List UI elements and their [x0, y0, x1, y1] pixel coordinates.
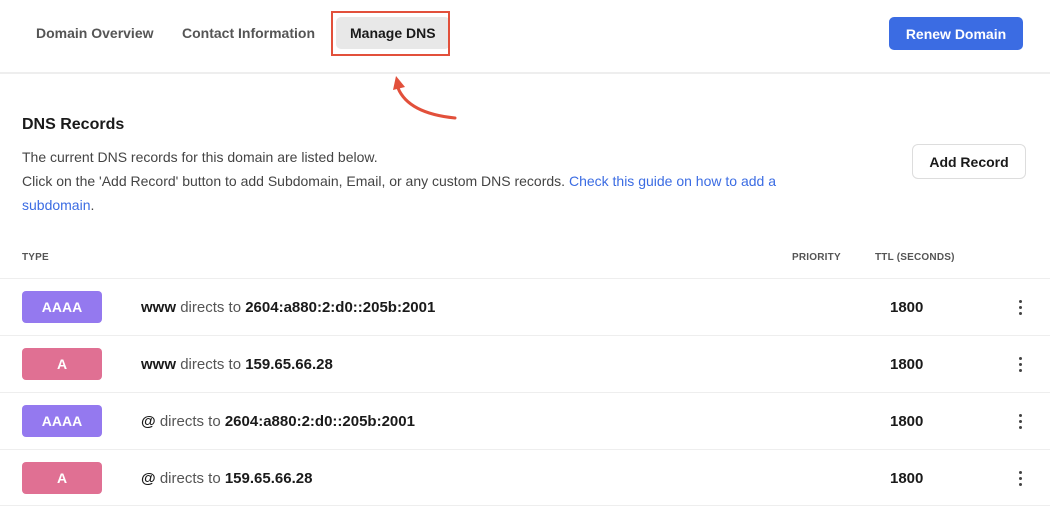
record-directs-text: directs to: [159, 470, 221, 487]
record-description: www directs to 159.65.66.28: [141, 356, 333, 373]
dns-record-row: AAAA @ directs to 2604:a880:2:d0::205b:20…: [0, 392, 1050, 450]
record-ttl: 1800: [890, 299, 924, 316]
column-header-priority: PRIORITY: [792, 252, 841, 263]
tab-manage-dns[interactable]: Manage DNS: [336, 17, 450, 49]
column-header-ttl: TTL (SECONDS): [875, 252, 955, 263]
record-description: www directs to 2604:a880:2:d0::205b:2001: [141, 299, 435, 316]
add-record-button[interactable]: Add Record: [912, 144, 1026, 179]
record-ttl: 1800: [890, 470, 924, 487]
record-directs-text: directs to: [180, 356, 242, 373]
dns-record-row: A @ directs to 159.65.66.28 1800: [0, 449, 1050, 507]
top-nav-bar: Domain Overview Contact Information Mana…: [0, 0, 1050, 74]
record-value: 2604:a880:2:d0::205b:2001: [224, 413, 415, 430]
record-type-badge: AAAA: [22, 291, 102, 323]
record-directs-text: directs to: [159, 413, 221, 430]
record-type-badge: A: [22, 348, 102, 380]
record-host: @: [141, 470, 156, 487]
record-host: www: [141, 356, 177, 373]
record-type-badge: A: [22, 462, 102, 494]
column-header-type: TYPE: [22, 252, 49, 263]
dns-record-row: Awww directs to 159.65.66.28 1800: [0, 335, 1050, 393]
renew-domain-button[interactable]: Renew Domain: [889, 17, 1023, 50]
record-value: 159.65.66.28: [224, 470, 313, 487]
section-title: DNS Records: [22, 116, 125, 133]
period: .: [90, 197, 95, 213]
description-text: Click on the 'Add Record' button to add …: [22, 173, 566, 189]
description-line-1: The current DNS records for this domain …: [22, 149, 378, 165]
record-host: @: [141, 413, 156, 430]
record-description: @ directs to 159.65.66.28: [141, 470, 312, 487]
table-bottom-divider: [0, 505, 1050, 506]
record-host: www: [141, 299, 177, 316]
tab-contact-information[interactable]: Contact Information: [168, 17, 329, 49]
more-options-icon[interactable]: [1012, 352, 1028, 376]
dns-record-row: AAAA www directs to 2604:a880:2:d0::205b:…: [0, 278, 1050, 336]
description-line-2: Click on the 'Add Record' button to add …: [22, 169, 852, 217]
tab-domain-overview[interactable]: Domain Overview: [22, 17, 168, 49]
more-options-icon[interactable]: [1012, 466, 1028, 490]
record-value: 159.65.66.28: [245, 356, 333, 373]
record-value: 2604:a880:2:d0::205b:2001: [245, 299, 436, 316]
record-description: @ directs to 2604:a880:2:d0::205b:2001: [141, 413, 415, 430]
annotation-arrow-icon: [393, 76, 457, 120]
record-type-badge: AAAA: [22, 405, 102, 437]
record-directs-text: directs to: [180, 299, 242, 316]
record-ttl: 1800: [890, 356, 924, 373]
record-ttl: 1800: [890, 413, 924, 430]
more-options-icon[interactable]: [1012, 409, 1028, 433]
more-options-icon[interactable]: [1012, 295, 1028, 319]
section-description: The current DNS records for this domain …: [22, 145, 852, 217]
